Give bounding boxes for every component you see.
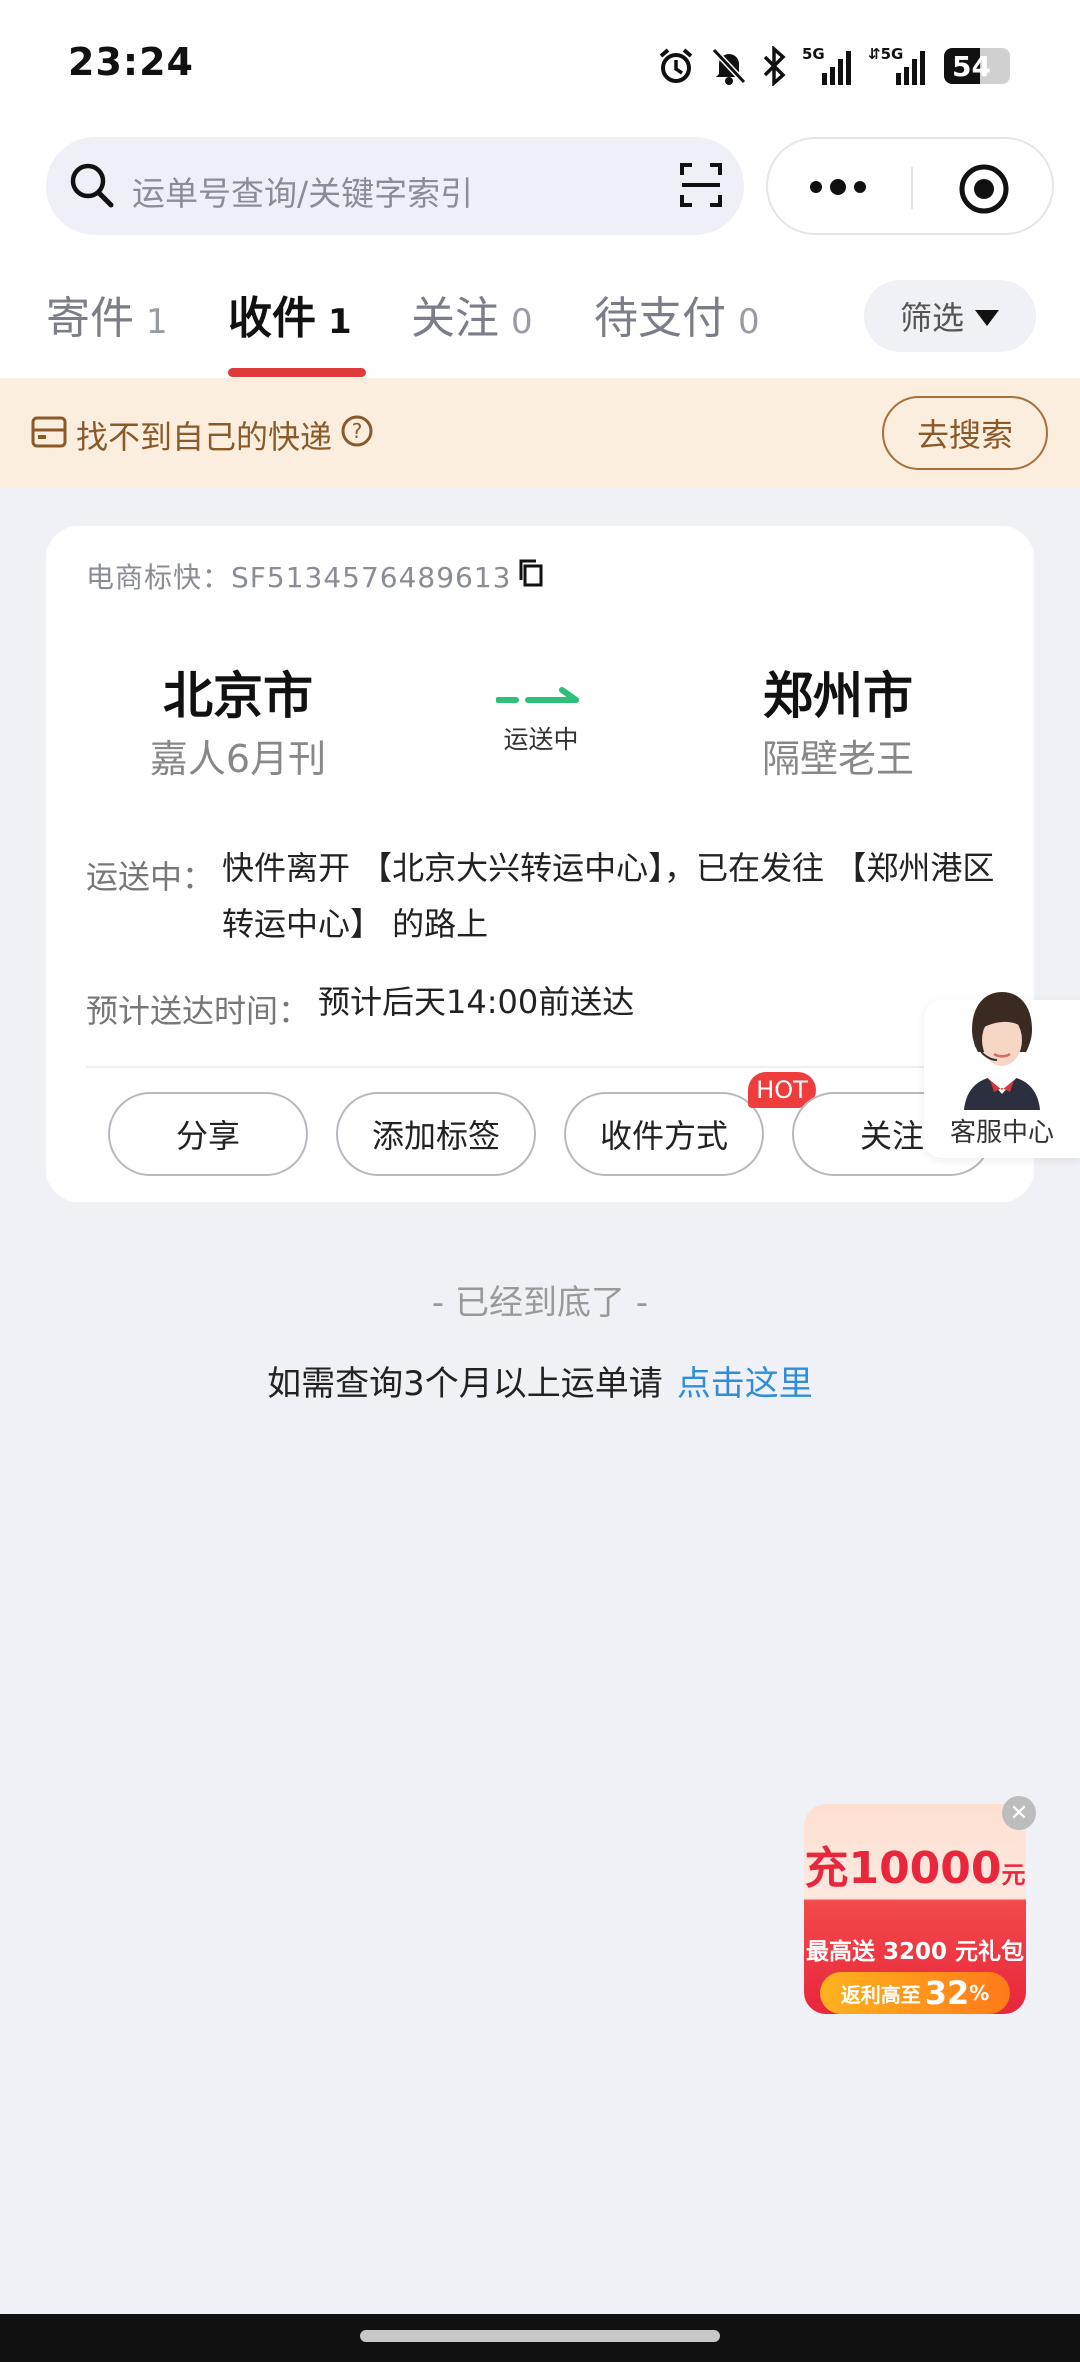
promo-close-icon[interactable]: ✕ xyxy=(1002,1796,1036,1830)
card-divider xyxy=(86,1066,994,1068)
tab-count: 0 xyxy=(738,302,760,342)
status-icons: 5G ⇵5G 54 xyxy=(656,44,1010,88)
transit-indicator: 运送中 xyxy=(486,686,596,756)
package-card[interactable]: 电商标快：SF5134576489613 北京市 嘉人6月刊 运送中 郑州市 隔… xyxy=(46,526,1034,1202)
signal-5g-icon: 5G xyxy=(802,45,854,87)
older-orders-note: 如需查询3个月以上运单请 点击这里 xyxy=(0,1356,1080,1405)
older-orders-link[interactable]: 点击这里 xyxy=(677,1364,813,1404)
receive-method-button[interactable]: 收件方式 xyxy=(564,1092,764,1176)
search-icon xyxy=(68,161,116,215)
go-search-button[interactable]: 去搜索 xyxy=(882,396,1048,470)
origin-city: 北京市 xyxy=(163,667,313,725)
cant-find-banner: 找不到自己的快递 ? 去搜索 xyxy=(0,378,1080,488)
add-tag-button[interactable]: 添加标签 xyxy=(336,1092,536,1176)
system-nav-bar xyxy=(0,2314,1080,2362)
banner-text: 找不到自己的快递 xyxy=(76,418,333,456)
older-orders-text: 如需查询3个月以上运单请 xyxy=(267,1364,663,1404)
home-gesture-handle[interactable] xyxy=(360,2330,720,2342)
caret-down-icon xyxy=(974,297,1000,335)
transit-status: 运送中 xyxy=(503,725,579,754)
close-miniprogram-icon[interactable] xyxy=(958,163,1010,219)
svg-text:5G: 5G xyxy=(802,45,825,63)
eta-text: 预计后天14:00前送达 xyxy=(318,983,635,1021)
promo-rebate: 返利高至 32% xyxy=(820,1972,1010,2014)
transit-arrow-icon xyxy=(495,687,586,714)
filter-label: 筛选 xyxy=(899,299,964,337)
svg-text:?: ? xyxy=(352,419,363,443)
alarm-icon xyxy=(656,46,696,86)
tab-follow[interactable]: 关注 0 xyxy=(411,282,533,346)
promo-rebate-label: 返利高至 xyxy=(840,1982,921,2007)
filter-button[interactable]: 筛选 xyxy=(864,280,1036,352)
recipient-name: 隔壁老王 xyxy=(761,737,914,781)
service-agent-avatar xyxy=(946,984,1058,1114)
detail-text: 快件离开 【北京大兴转运中心】，已在发往 【郑州港区转运中心】 的路上 xyxy=(222,849,995,943)
tab-label: 收件 xyxy=(228,293,316,344)
destination-city: 郑州市 xyxy=(763,667,913,725)
miniprogram-capsule xyxy=(766,137,1054,235)
share-button[interactable]: 分享 xyxy=(108,1092,308,1176)
status-time: 23:24 xyxy=(68,40,194,84)
battery-level: 54 xyxy=(952,50,991,83)
promo-subtitle: 最高送 3200 元礼包 xyxy=(805,1939,1025,1965)
search-bar[interactable]: 运单号查询/关键字索引 xyxy=(46,137,744,235)
promo-rebate-unit: % xyxy=(969,1981,990,2005)
banner-info: 找不到自己的快递 ? xyxy=(30,412,374,458)
copy-icon[interactable] xyxy=(517,558,545,595)
search-input[interactable]: 运单号查询/关键字索引 xyxy=(132,167,473,215)
help-icon[interactable]: ? xyxy=(340,414,374,456)
tab-label: 寄件 xyxy=(46,293,134,344)
tab-count: 1 xyxy=(328,302,352,342)
battery-icon: 54 xyxy=(944,48,1010,84)
tab-pending-payment[interactable]: 待支付 0 xyxy=(594,282,760,346)
eta-label: 预计送达时间： xyxy=(86,992,311,1030)
promo-title-amount: 充10000 xyxy=(804,1843,1002,1894)
tab-label: 关注 xyxy=(411,293,499,344)
end-of-list-note: - 已经到底了 - xyxy=(431,1283,649,1323)
waybill-row: 电商标快：SF5134576489613 xyxy=(86,556,545,596)
tab-send[interactable]: 寄件 1 xyxy=(46,282,168,346)
mute-bell-icon xyxy=(710,46,748,86)
sender-name: 嘉人6月刊 xyxy=(149,737,327,781)
tab-label: 待支付 xyxy=(594,293,726,344)
service-label: 客服中心 xyxy=(949,1118,1054,1148)
active-tab-indicator xyxy=(228,368,366,377)
detail-label: 运送中： xyxy=(86,858,215,896)
customer-service-float[interactable]: 客服中心 xyxy=(924,992,1080,1158)
promo-rebate-value: 32 xyxy=(924,1974,970,2012)
tab-count: 0 xyxy=(511,302,533,342)
more-options-icon[interactable] xyxy=(808,169,868,209)
status-bar: 23:24 5G ⇵5G 54 xyxy=(0,0,1080,130)
promo-title: 充10000元 xyxy=(804,1832,1026,1896)
capsule-divider xyxy=(911,167,913,209)
recharge-promo[interactable]: 充10000元 最高送 3200 元礼包 返利高至 32% ✕ xyxy=(804,1796,1036,2016)
bluetooth-icon xyxy=(762,46,788,86)
promo-card[interactable]: 充10000元 最高送 3200 元礼包 返利高至 32% xyxy=(804,1804,1026,2014)
tab-count: 1 xyxy=(146,302,168,342)
scan-icon[interactable] xyxy=(678,161,724,213)
waybill-number: 电商标快：SF5134576489613 xyxy=(86,561,512,594)
svg-text:⇵5G: ⇵5G xyxy=(868,45,903,63)
tab-receive[interactable]: 收件 1 xyxy=(228,282,352,346)
promo-title-unit: 元 xyxy=(1001,1861,1026,1889)
signal-5g-icon-2: ⇵5G xyxy=(868,45,930,87)
package-box-icon xyxy=(30,412,68,458)
